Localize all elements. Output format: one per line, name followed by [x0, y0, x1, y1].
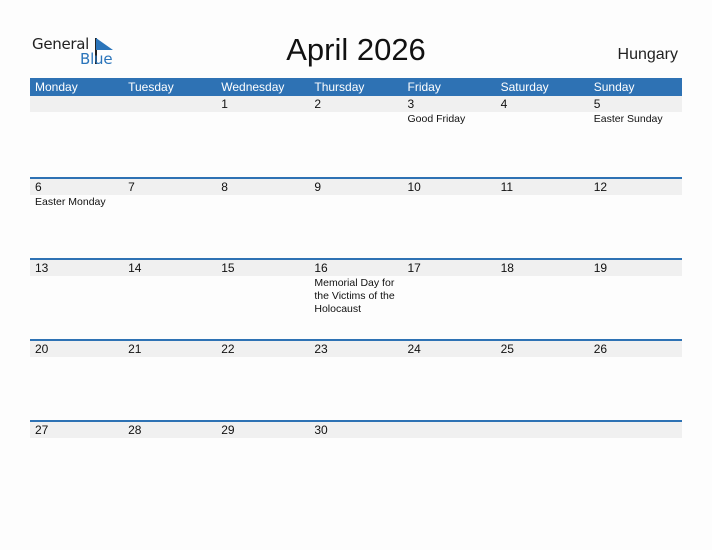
holiday-label	[123, 357, 216, 358]
day-number: 1	[221, 97, 228, 111]
events-band: Good Friday Easter Sunday	[30, 112, 682, 126]
weekday-saturday: Saturday	[500, 80, 549, 94]
holiday-label	[589, 195, 682, 209]
holiday-label	[403, 357, 496, 358]
holiday-label	[216, 357, 309, 358]
week-row: 27 28 29 30	[30, 420, 682, 501]
day-number-band: 13 14 15 16 17 18 19	[30, 260, 682, 276]
day-number: 4	[500, 97, 508, 111]
day-number: 5	[593, 97, 601, 111]
holiday-label	[216, 195, 309, 209]
holiday-label	[589, 276, 682, 316]
day-number: 17	[407, 261, 421, 275]
holiday-label	[496, 112, 589, 126]
holiday-label	[496, 357, 589, 358]
holiday-label	[496, 438, 589, 439]
day-number: 21	[128, 342, 142, 356]
holiday-label	[123, 112, 216, 126]
day-number: 2	[314, 97, 322, 111]
holiday-label	[309, 357, 402, 358]
day-number-band: 1 2 3 4 5	[30, 96, 682, 112]
weekday-tuesday: Tuesday	[128, 80, 174, 94]
day-number-band: 6 7 8 9 10 11 12	[30, 179, 682, 195]
weekday-monday: Monday	[35, 80, 78, 94]
holiday-label	[216, 438, 309, 439]
calendar-grid: Monday Tuesday Wednesday Thursday Friday…	[30, 78, 682, 501]
day-number: 30	[314, 423, 328, 437]
week-row: 13 14 15 16 17 18 19 Memorial Day for the Victi…	[30, 258, 682, 339]
day-number: 11	[500, 180, 514, 194]
day-number: 22	[221, 342, 235, 356]
calendar-title: April 2026	[286, 32, 426, 67]
day-number: 10	[407, 180, 421, 194]
weekday-header: Monday Tuesday Wednesday Thursday Friday…	[30, 78, 682, 96]
holiday-label	[496, 195, 589, 209]
holiday-label: Easter Sunday	[593, 113, 663, 125]
day-number	[496, 422, 589, 438]
day-number: 26	[593, 342, 608, 356]
holiday-label	[123, 195, 216, 209]
holiday-label	[309, 195, 402, 209]
holiday-label	[309, 438, 402, 439]
holiday-label	[30, 438, 123, 439]
weekday-sunday: Sunday	[593, 80, 635, 94]
day-number: 19	[593, 261, 608, 275]
day-number: 9	[314, 180, 322, 194]
holiday-label: Good Friday	[407, 113, 466, 125]
holiday-label	[123, 438, 216, 439]
day-number: 15	[221, 261, 235, 275]
day-number: 7	[128, 180, 135, 194]
week-row: 1 2 3 4 5 Good Friday Easter Sunday	[30, 96, 682, 177]
day-number: 12	[593, 180, 608, 194]
day-number: 8	[221, 180, 228, 194]
holiday-label	[403, 195, 496, 209]
weekday-friday: Friday	[407, 80, 441, 94]
day-number: 25	[500, 342, 514, 356]
holiday-label	[216, 276, 309, 316]
day-number: 24	[407, 342, 421, 356]
day-number: 28	[128, 423, 142, 437]
weekday-thursday: Thursday	[314, 80, 365, 94]
holiday-label	[589, 357, 682, 358]
holiday-label	[30, 276, 123, 316]
holiday-label	[589, 438, 682, 439]
holiday-label	[30, 357, 123, 358]
week-row: 6 7 8 9 10 11 12 Easter Monday	[30, 177, 682, 258]
holiday-label: Memorial Day for the Victims of the Holo…	[314, 277, 395, 315]
day-number	[589, 422, 682, 438]
day-number: 27	[35, 423, 49, 437]
holiday-label	[309, 112, 402, 126]
day-number-band: 27 28 29 30	[30, 422, 682, 438]
day-number-band: 20 21 22 23 24 25 26	[30, 341, 682, 357]
day-number	[30, 96, 123, 112]
events-band: Memorial Day for the Victims of the Holo…	[30, 276, 682, 316]
day-number: 13	[35, 261, 49, 275]
day-number	[123, 96, 216, 112]
weekday-wednesday: Wednesday	[221, 80, 285, 94]
holiday-label	[216, 112, 309, 126]
holiday-label	[30, 112, 123, 126]
day-number: 20	[35, 342, 49, 356]
country-label: Hungary	[617, 46, 678, 63]
events-band	[30, 357, 682, 358]
day-number: 16	[314, 261, 328, 275]
day-number: 6	[35, 180, 42, 194]
day-number: 29	[221, 423, 235, 437]
day-number: 3	[407, 97, 415, 111]
day-number: 14	[128, 261, 142, 275]
holiday-label	[496, 276, 589, 316]
week-row: 20 21 22 23 24 25 26	[30, 339, 682, 420]
day-number: 18	[500, 261, 514, 275]
day-number	[403, 422, 496, 438]
events-band: Easter Monday	[30, 195, 682, 209]
holiday-label	[403, 438, 496, 439]
day-number: 23	[314, 342, 328, 356]
holiday-label	[403, 276, 496, 316]
holiday-label	[123, 276, 216, 316]
holiday-label: Easter Monday	[35, 196, 106, 208]
events-band	[30, 438, 682, 439]
